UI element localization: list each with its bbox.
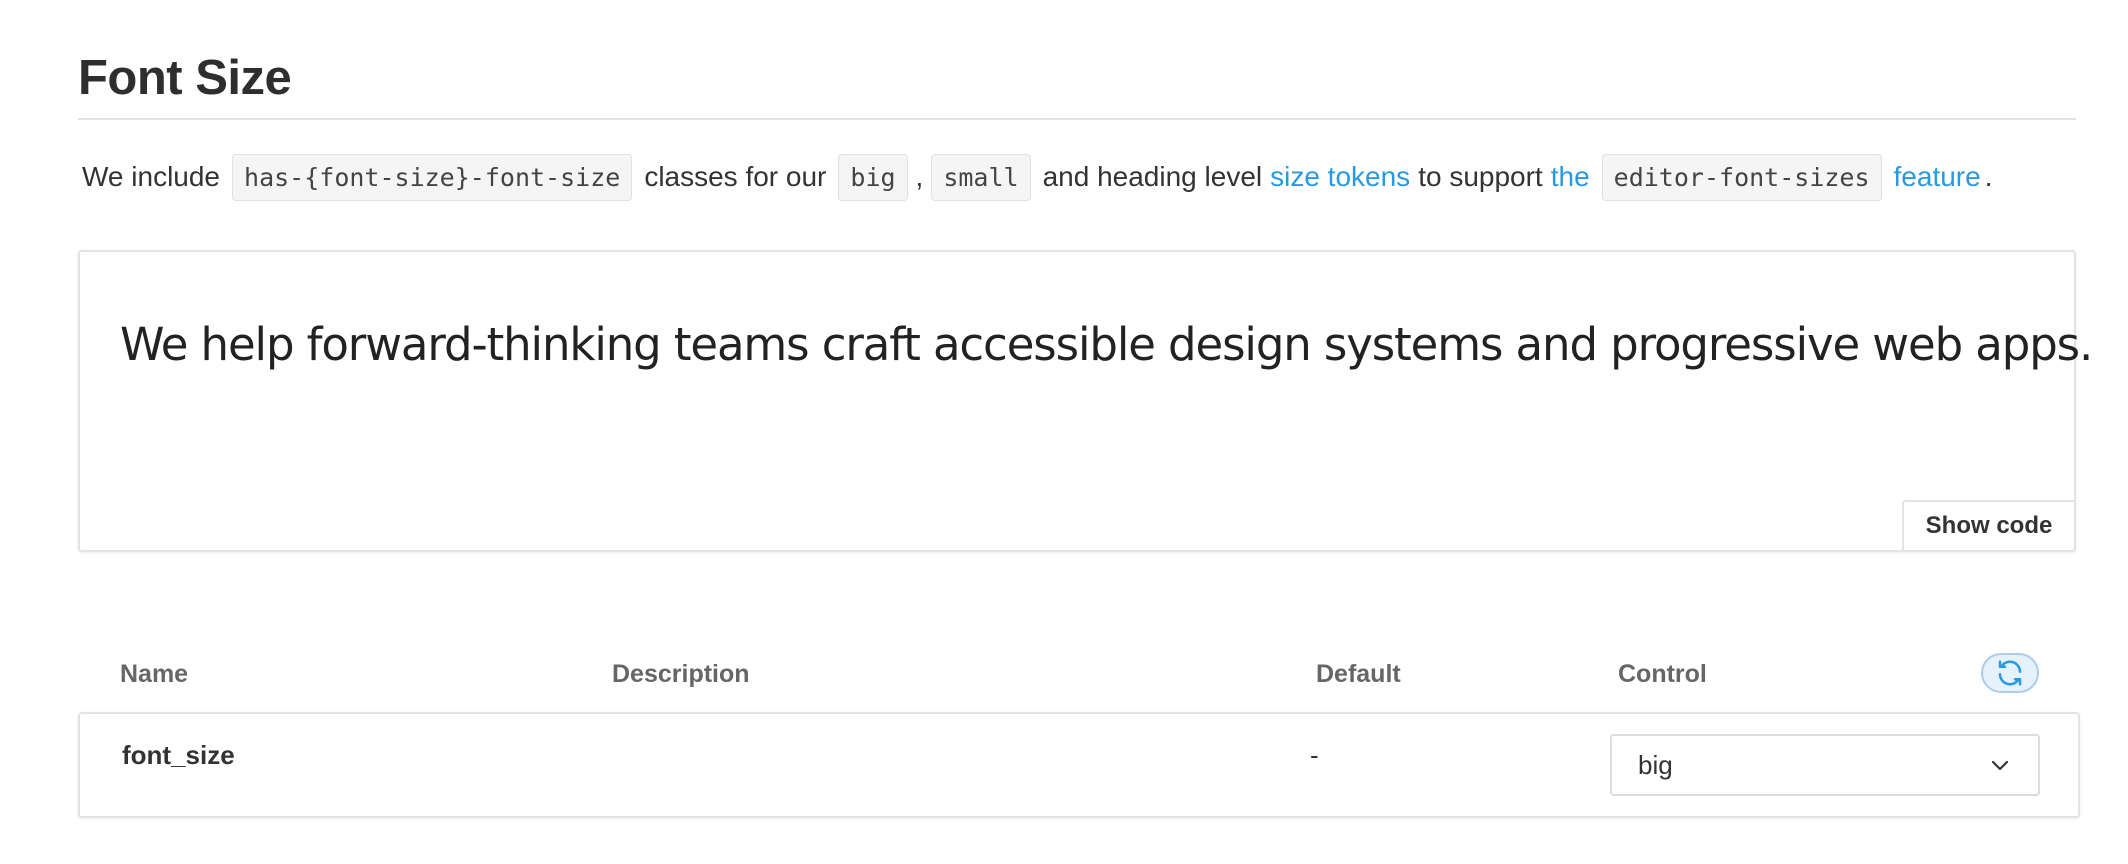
inline-code: editor-font-sizes (1601, 153, 1882, 201)
column-header-control: Control (1618, 660, 1707, 688)
intro-text: We include (82, 161, 221, 192)
reset-icon (1998, 660, 2022, 686)
intro-text: and heading level (1042, 161, 1263, 192)
docs-page: Font Size We include has-{font-size}-fon… (0, 0, 2128, 864)
reset-controls-button[interactable] (1981, 653, 2039, 693)
intro-text: classes for our (644, 161, 827, 192)
table-row: font_size - big (78, 712, 2080, 818)
select-value: big (1638, 749, 1673, 780)
column-header-description: Description (612, 660, 750, 688)
section-divider (78, 118, 2076, 120)
arg-default: - (1310, 740, 1319, 770)
show-code-button[interactable]: Show code (1902, 500, 2076, 552)
section-title: Font Size (78, 51, 292, 105)
the-link[interactable]: the (1547, 161, 1594, 193)
intro-text: to support (1418, 161, 1543, 192)
chevron-down-icon (1991, 760, 2009, 771)
intro-text: . (1984, 161, 1993, 192)
intro-paragraph: We include has-{font-size}-font-size cla… (78, 152, 1992, 202)
intro-text: , (915, 161, 924, 192)
arg-name: font_size (122, 740, 235, 770)
font-size-select[interactable]: big (1610, 734, 2040, 796)
story-preview: We help forward-thinking teams craft acc… (78, 250, 2093, 552)
inline-code: big (838, 153, 908, 201)
column-header-name: Name (120, 660, 189, 688)
feature-link[interactable]: feature (1890, 161, 1985, 193)
size-tokens-link[interactable]: size tokens (1266, 161, 1414, 193)
column-header-default: Default (1316, 660, 1401, 688)
inline-code: has-{font-size}-font-size (232, 153, 633, 201)
preview-text: We help forward-thinking teams craft acc… (120, 318, 2093, 371)
inline-code: small (931, 153, 1031, 201)
